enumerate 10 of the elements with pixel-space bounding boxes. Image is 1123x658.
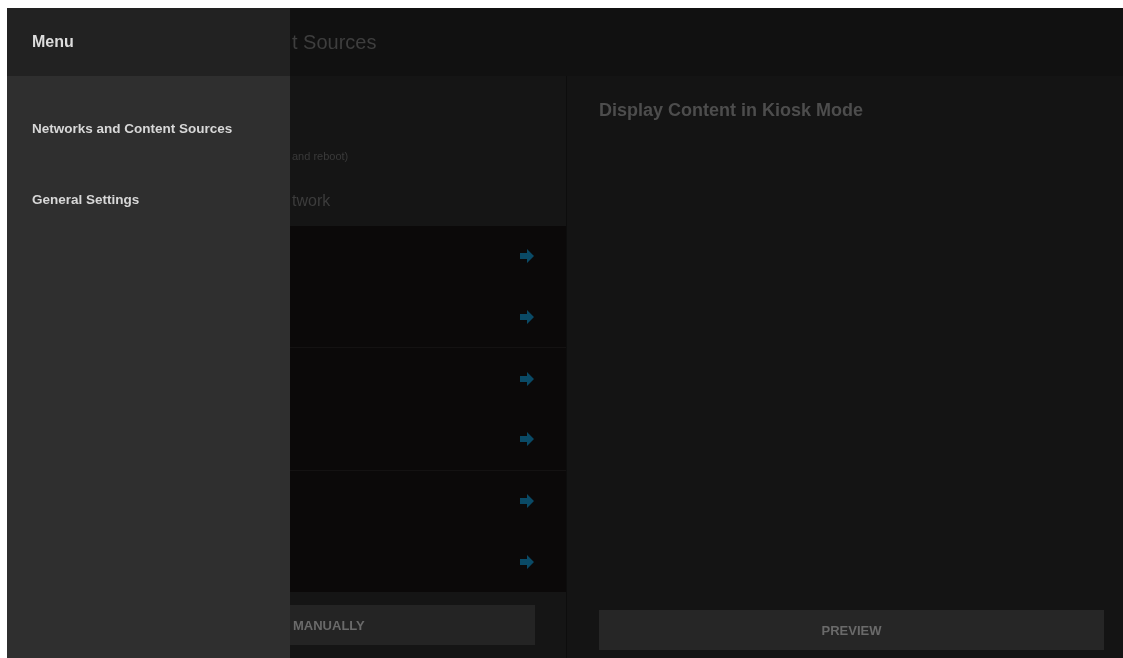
menu-item[interactable]: Networks and Content Sources <box>32 121 233 136</box>
arrow-right-icon <box>518 247 536 266</box>
panel-heading: Display Content in Kiosk Mode <box>599 100 865 122</box>
arrow-right-icon <box>518 430 536 449</box>
menu-item[interactable]: General Settings <box>32 192 140 207</box>
drawer-title: Menu <box>32 33 74 51</box>
arrow-right-icon <box>518 369 536 388</box>
arrow-right-icon <box>518 492 536 510</box>
arrow-right-icon <box>518 308 536 326</box>
arrow-right-icon <box>518 552 536 571</box>
